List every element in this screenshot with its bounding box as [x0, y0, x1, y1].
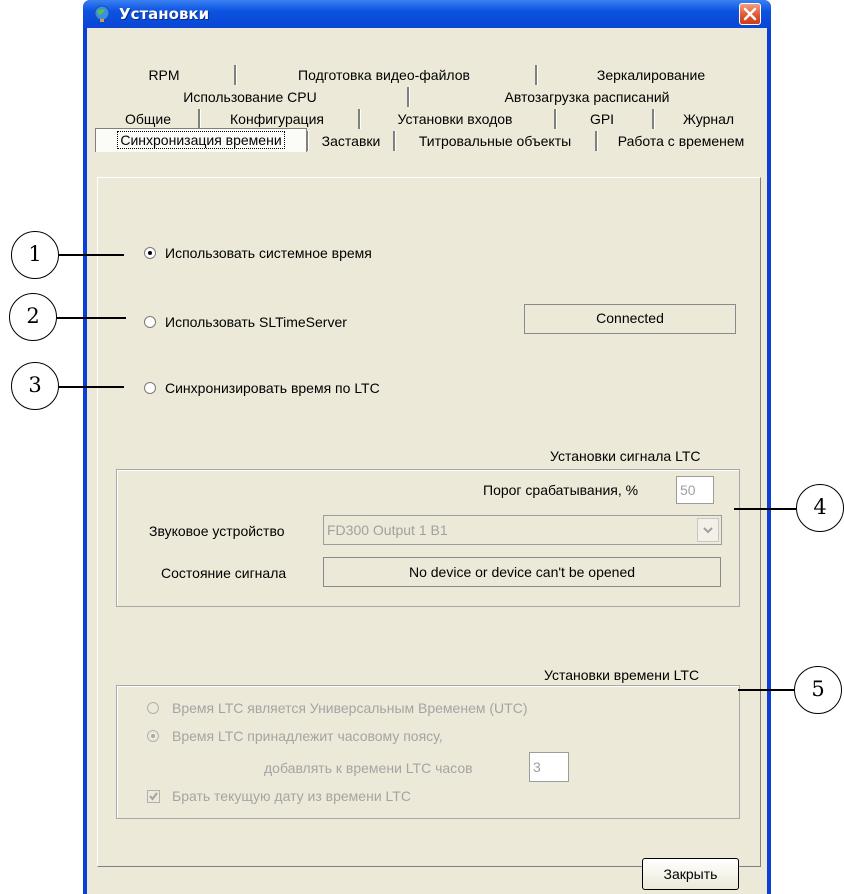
window-client: RPM Подготовка видео-файлов Зеркалирован…: [87, 28, 767, 894]
callout-3: 3: [11, 362, 59, 410]
close-icon: [743, 7, 757, 21]
tab-log[interactable]: Журнал: [656, 108, 761, 130]
tab-time-sync-label: Синхронизация времени: [117, 131, 285, 149]
label-ltc-date: Брать текущую дату из времени LTC: [172, 788, 411, 804]
leader-1: [59, 254, 124, 256]
title-bar[interactable]: Установки: [83, 0, 771, 28]
tab-gpi[interactable]: GPI: [558, 108, 646, 130]
radio-ltc-utc[interactable]: [147, 702, 159, 714]
label-ltc-hours: добавлять к времени LTC часов: [264, 760, 473, 776]
tab-title-objects[interactable]: Титровальные объекты: [396, 130, 594, 152]
label-system-time: Использовать системное время: [165, 245, 372, 261]
device-dropdown-button[interactable]: [697, 518, 719, 542]
radio-system-time[interactable]: [144, 247, 156, 259]
leader-4: [734, 508, 796, 510]
tab-input-settings[interactable]: Установки входов: [362, 108, 548, 130]
device-select-value: FD300 Output 1 B1: [327, 522, 448, 538]
leader-2: [57, 317, 126, 319]
window-title: Установки: [119, 5, 210, 23]
label-ltc-utc: Время LTC является Универсальным Времене…: [172, 700, 528, 716]
globe-icon: [94, 5, 110, 22]
signal-state-value: No device or device can't be opened: [323, 557, 721, 587]
tab-configuration[interactable]: Конфигурация: [202, 108, 352, 130]
tab-video-prep[interactable]: Подготовка видео-файлов: [239, 64, 529, 86]
threshold-label: Порог срабатывания, %: [483, 482, 639, 498]
sltimeserver-status: Connected: [524, 304, 736, 334]
checkbox-ltc-date[interactable]: [147, 790, 160, 803]
ltc-signal-group: Порог срабатывания, % 50 Звуковое устрой…: [116, 469, 740, 607]
tab-mirroring[interactable]: Зеркалирование: [541, 64, 761, 86]
tab-rpm[interactable]: RPM: [99, 64, 229, 86]
tab-time-sync[interactable]: Синхронизация времени: [95, 128, 307, 152]
tab-schedule-autoload[interactable]: Автозагрузка расписаний: [413, 86, 761, 108]
device-select[interactable]: FD300 Output 1 B1: [323, 515, 722, 545]
tab-time-work[interactable]: Работа с временем: [598, 130, 764, 152]
ltc-hours-input[interactable]: 3: [529, 752, 569, 782]
callout-2: 2: [9, 293, 57, 341]
label-ltc-timezone: Время LTC принадлежит часовому поясу,: [172, 728, 443, 744]
close-button[interactable]: Закрыть: [642, 858, 739, 890]
label-sltimeserver: Использовать SLTimeServer: [165, 314, 347, 330]
radio-sltimeserver[interactable]: [144, 316, 156, 328]
radio-ltc-sync[interactable]: [144, 382, 156, 394]
ltc-time-group: Время LTC является Универсальным Времене…: [116, 685, 740, 819]
tab-cpu-usage[interactable]: Использование CPU: [99, 86, 401, 108]
callout-5: 5: [794, 666, 842, 714]
close-window-button[interactable]: [739, 3, 761, 25]
device-label: Звуковое устройство: [149, 523, 285, 539]
signal-state-label: Состояние сигнала: [161, 565, 287, 581]
tab-general[interactable]: Общие: [99, 108, 197, 130]
chevron-down-icon: [703, 527, 713, 534]
settings-window: Установки RPM Подготовка видео-файлов Зе…: [83, 0, 771, 894]
leader-3: [59, 386, 124, 388]
threshold-input[interactable]: 50: [676, 476, 714, 504]
radio-ltc-timezone[interactable]: [147, 730, 159, 742]
ltc-time-group-title: Установки времени LTC: [544, 667, 700, 683]
ltc-signal-group-title: Установки сигнала LTC: [550, 448, 701, 464]
check-icon: [149, 792, 158, 801]
callout-1: 1: [11, 231, 59, 279]
tab-panel: Использовать системное время Использоват…: [97, 177, 761, 867]
label-ltc-sync: Синхронизировать время по LTC: [165, 380, 380, 396]
callout-4: 4: [796, 484, 844, 532]
leader-5: [738, 689, 794, 691]
tab-splash-screens[interactable]: Заставки: [309, 130, 393, 152]
